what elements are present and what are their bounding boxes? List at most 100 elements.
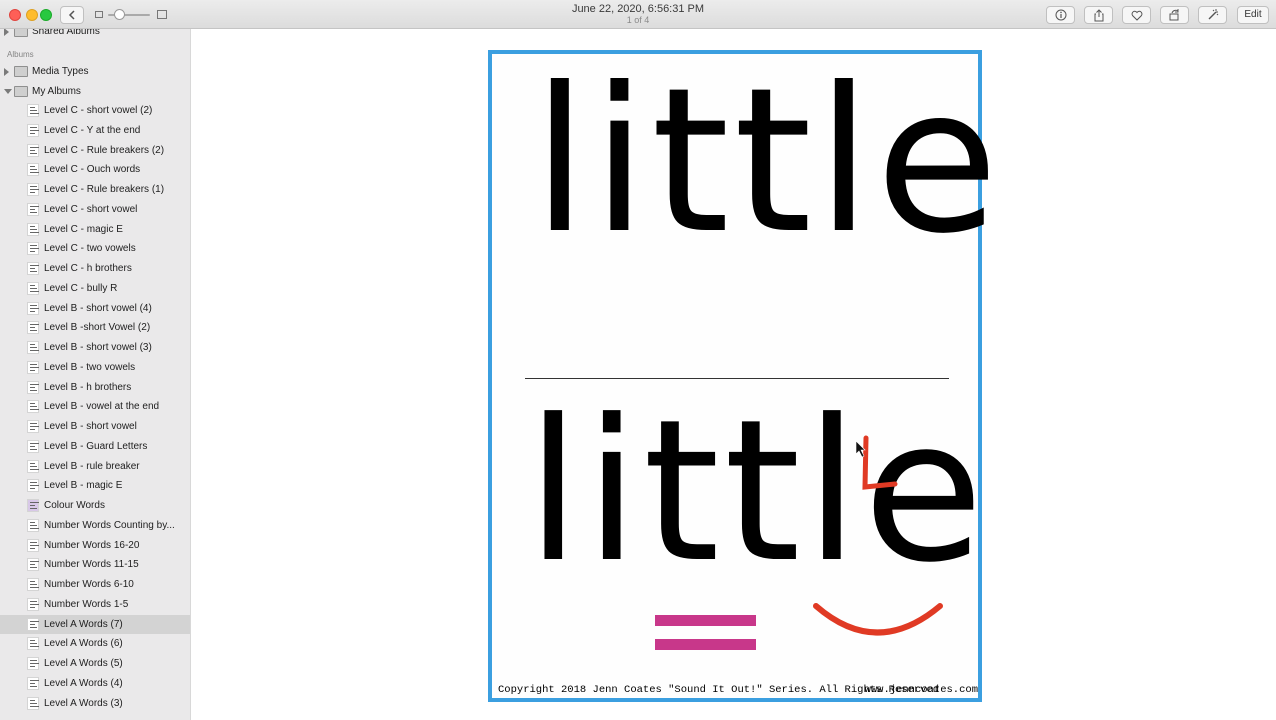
album-thumbnail-icon	[27, 341, 39, 354]
back-button[interactable]	[60, 6, 84, 24]
sidebar-item-media-types[interactable]: Media Types	[0, 62, 190, 81]
sidebar-item-label: Level B - h brothers	[44, 381, 132, 393]
sidebar-album-item[interactable]: Level B - short vowel	[0, 417, 190, 436]
album-thumbnail-icon	[27, 222, 39, 236]
album-thumbnail-icon	[27, 538, 39, 552]
rotate-icon	[1169, 9, 1179, 21]
sidebar-album-item[interactable]: Level B - short vowel (4)	[0, 299, 190, 318]
sidebar-item-label: Level B - magic E	[44, 480, 123, 492]
sidebar-item-label: Number Words 1-5	[44, 598, 129, 610]
info-button[interactable]	[1046, 6, 1075, 24]
sidebar-item-label: Level C - Rule breakers (1)	[44, 184, 165, 195]
chevron-left-icon	[68, 10, 75, 20]
sidebar-album-item[interactable]: Level B - h brothers	[0, 378, 190, 397]
sidebar-album-item[interactable]: Level C - Y at the end	[0, 121, 190, 140]
album-thumbnail-icon	[27, 657, 39, 670]
section-header-albums: Albums	[7, 50, 34, 59]
favorite-button[interactable]	[1122, 6, 1151, 24]
sidebar-album-item[interactable]: Level B -short Vowel (2)	[0, 318, 190, 337]
sidebar-item-label: Media Types	[32, 66, 89, 77]
sidebar-album-item[interactable]: Number Words 16-20	[0, 536, 190, 555]
magic-wand-icon	[1208, 9, 1218, 20]
album-thumbnail-icon	[27, 400, 39, 414]
close-window-button[interactable]	[9, 9, 21, 21]
sidebar-album-item[interactable]: Level C - Ouch words	[0, 160, 190, 179]
sidebar-album-item[interactable]: Number Words Counting by...	[0, 516, 190, 535]
sidebar-item-label: Level B - short vowel (4)	[44, 302, 152, 314]
album-thumbnail-icon	[27, 163, 39, 177]
sidebar-item-label: Number Words Counting by...	[44, 519, 175, 531]
sidebar-item-label: Level A Words (7)	[44, 618, 123, 630]
title-bar: June 22, 2020, 6:56:31 PM 1 of 4 Edit	[0, 0, 1276, 29]
sidebar-album-item[interactable]: Level A Words (3)	[0, 694, 190, 713]
sidebar-item-label: Level C - h brothers	[44, 263, 132, 274]
sidebar-album-item[interactable]: Level B - Guard Letters	[0, 437, 190, 456]
sidebar-album-item[interactable]: Level C - Rule breakers (2)	[0, 141, 190, 160]
disclosure-triangle-icon[interactable]	[4, 89, 12, 94]
red-l-annotation	[862, 435, 898, 490]
sidebar-album-item[interactable]: Level B - magic E	[0, 476, 190, 495]
sidebar-album-item[interactable]: Level C - bully R	[0, 279, 190, 298]
sidebar-album-item[interactable]: Level B - two vowels	[0, 358, 190, 377]
sidebar-item-label: Colour Words	[44, 500, 105, 511]
album-thumbnail-icon	[27, 578, 39, 591]
sidebar-item-label: Level B - short vowel (3)	[44, 342, 152, 353]
sidebar-album-item[interactable]: Level B - vowel at the end	[0, 397, 190, 416]
sidebar-item-label: Level B - short vowel	[44, 421, 137, 432]
sidebar-item-label: Level B - vowel at the end	[44, 401, 160, 413]
sidebar-item-label: Level C - Rule breakers (2)	[44, 144, 165, 156]
fullscreen-window-button[interactable]	[40, 9, 52, 21]
edit-button[interactable]: Edit	[1237, 6, 1269, 24]
album-thumbnail-icon	[27, 518, 39, 532]
sidebar-album-item[interactable]: Level B - rule breaker	[0, 457, 190, 476]
sidebar-item-my-albums[interactable]: My Albums	[0, 82, 190, 101]
rotate-button[interactable]	[1160, 6, 1189, 24]
album-thumbnail-icon	[27, 321, 39, 335]
sidebar-item-label: Level A Words (5)	[44, 658, 123, 669]
photo-counter: 1 of 4	[626, 15, 650, 25]
album-thumbnail-icon	[27, 499, 39, 512]
sidebar-album-item[interactable]: Colour Words	[0, 496, 190, 515]
sidebar-item-label: Level B - two vowels	[44, 361, 136, 373]
sidebar-album-item[interactable]: Level C - h brothers	[0, 259, 190, 278]
sidebar-item-label: Level C - Y at the end	[44, 124, 141, 136]
album-thumbnail-icon	[27, 301, 39, 315]
album-thumbnail-icon	[27, 637, 39, 651]
sidebar-item-label: Number Words 16-20	[44, 539, 140, 551]
sidebar-album-item[interactable]: Level A Words (6)	[0, 634, 190, 653]
photo-viewer[interactable]: little little L Copyright 2018 Jenn Coat…	[192, 29, 1276, 720]
share-button[interactable]	[1084, 6, 1113, 24]
sidebar-album-item[interactable]: Number Words 11-15	[0, 555, 190, 574]
sidebar-album-item[interactable]: Number Words 1-5	[0, 595, 190, 614]
disclosure-triangle-icon[interactable]	[4, 29, 9, 36]
heart-icon	[1131, 10, 1142, 21]
sidebar-album-item[interactable]: Level C - short vowel (2)	[0, 101, 190, 120]
sidebar-album-item[interactable]: Level B - short vowel (3)	[0, 338, 190, 357]
sidebar-album-item[interactable]: Level A Words (4)	[0, 674, 190, 693]
sidebar-item-shared-albums[interactable]: Shared Albums	[0, 29, 190, 41]
sidebar-item-label: Level B - Guard Letters	[44, 440, 148, 452]
sidebar-item-label: Level A Words (6)	[44, 638, 123, 650]
album-thumbnail-icon	[27, 143, 39, 157]
shared-albums-icon	[14, 29, 28, 37]
sidebar-item-label: Level C - short vowel	[44, 203, 138, 215]
sidebar-album-item[interactable]: Number Words 6-10	[0, 575, 190, 594]
sidebar-album-item[interactable]: Level A Words (5)	[0, 654, 190, 673]
album-thumbnail-icon	[27, 479, 39, 493]
zoom-knob[interactable]	[114, 9, 125, 20]
zoom-slider[interactable]	[95, 8, 169, 22]
sidebar-album-item[interactable]: Level C - two vowels	[0, 239, 190, 258]
pink-double-underline	[655, 615, 756, 663]
disclosure-triangle-icon[interactable]	[4, 68, 9, 76]
sidebar-item-label: Level C - Ouch words	[44, 164, 141, 176]
sidebar-album-item[interactable]: Level C - Rule breakers (1)	[0, 180, 190, 199]
sidebar-album-item[interactable]: Level A Words (7)	[0, 614, 190, 634]
sidebar: Shared Albums Albums Media Types My Albu…	[0, 29, 191, 720]
folder-icon	[14, 66, 28, 77]
red-smile-annotation	[813, 603, 943, 636]
enhance-button[interactable]	[1198, 6, 1227, 24]
sidebar-album-item[interactable]: Level C - magic E	[0, 220, 190, 239]
sidebar-album-item[interactable]: Level C - short vowel	[0, 200, 190, 219]
album-thumbnail-icon	[27, 558, 39, 572]
minimize-window-button[interactable]	[26, 9, 38, 21]
